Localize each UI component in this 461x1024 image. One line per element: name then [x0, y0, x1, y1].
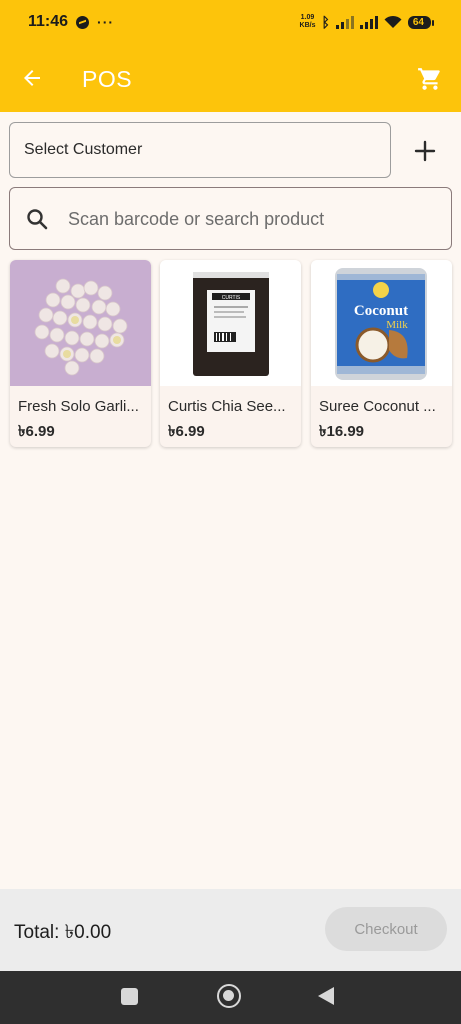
search-icon: [27, 209, 48, 230]
network-speed-unit: KB/s: [299, 22, 316, 29]
product-image-garlic: [10, 260, 151, 386]
messenger-icon: [76, 15, 90, 29]
total-amount: Total: ৳0.00: [14, 922, 112, 943]
suree-brand-label: Coconut: [354, 303, 408, 319]
suree-sub-label: Milk: [386, 319, 408, 331]
status-bar: 11:46 ··· 1.09 KB/s ᛒ 64: [0, 0, 461, 44]
product-card[interactable]: Fresh Solo Garli... ৳6.99: [10, 260, 151, 447]
product-search[interactable]: [9, 187, 452, 250]
product-name: Suree Coconut ...: [319, 398, 436, 415]
product-price: ৳6.99: [168, 423, 205, 440]
cart-icon[interactable]: [417, 66, 443, 92]
arrow-left-icon[interactable]: [20, 66, 44, 90]
curtis-brand-label: CURTIS: [222, 295, 241, 301]
search-input[interactable]: [68, 206, 438, 232]
page-title: POS: [82, 66, 133, 92]
system-nav-bar: [0, 971, 461, 1024]
status-right: 1.09 KB/s ᛒ 64: [300, 14, 435, 30]
network-speed-value: 1.09: [300, 14, 315, 21]
product-image-chia: CURTIS: [160, 260, 301, 386]
product-image-coconut-milk: Coconut Milk: [311, 260, 452, 386]
network-speed: 1.09 KB/s: [300, 14, 316, 30]
checkout-button[interactable]: Checkout: [325, 907, 447, 951]
signal-1-icon: [335, 15, 354, 29]
product-card[interactable]: Coconut Milk Suree Coconut ... ৳16.99: [311, 260, 452, 447]
product-name: Curtis Chia See...: [168, 398, 286, 415]
status-left: 11:46 ···: [28, 13, 114, 31]
product-card[interactable]: CURTIS Curtis Chia See... ৳6.99: [160, 260, 301, 447]
plus-icon[interactable]: [410, 136, 440, 166]
home-icon[interactable]: [217, 984, 241, 1008]
recent-apps-icon[interactable]: [121, 988, 138, 1005]
bluetooth-icon: ᛒ: [321, 14, 330, 30]
status-time: 11:46: [28, 13, 69, 30]
product-price: ৳6.99: [18, 423, 55, 440]
back-triangle-icon[interactable]: [318, 987, 334, 1005]
app-bar: POS: [0, 44, 461, 112]
customer-select[interactable]: Select Customer: [9, 122, 391, 178]
battery-icon: 64: [407, 15, 435, 29]
product-name: Fresh Solo Garli...: [18, 398, 139, 415]
product-price: ৳16.99: [319, 423, 365, 440]
checkout-footer: Total: ৳0.00 Checkout: [0, 889, 461, 971]
more-notifications-icon: ···: [97, 14, 115, 30]
signal-2-icon: [359, 15, 378, 29]
wifi-icon: [384, 15, 402, 28]
customer-select-label: Select Customer: [24, 141, 143, 158]
